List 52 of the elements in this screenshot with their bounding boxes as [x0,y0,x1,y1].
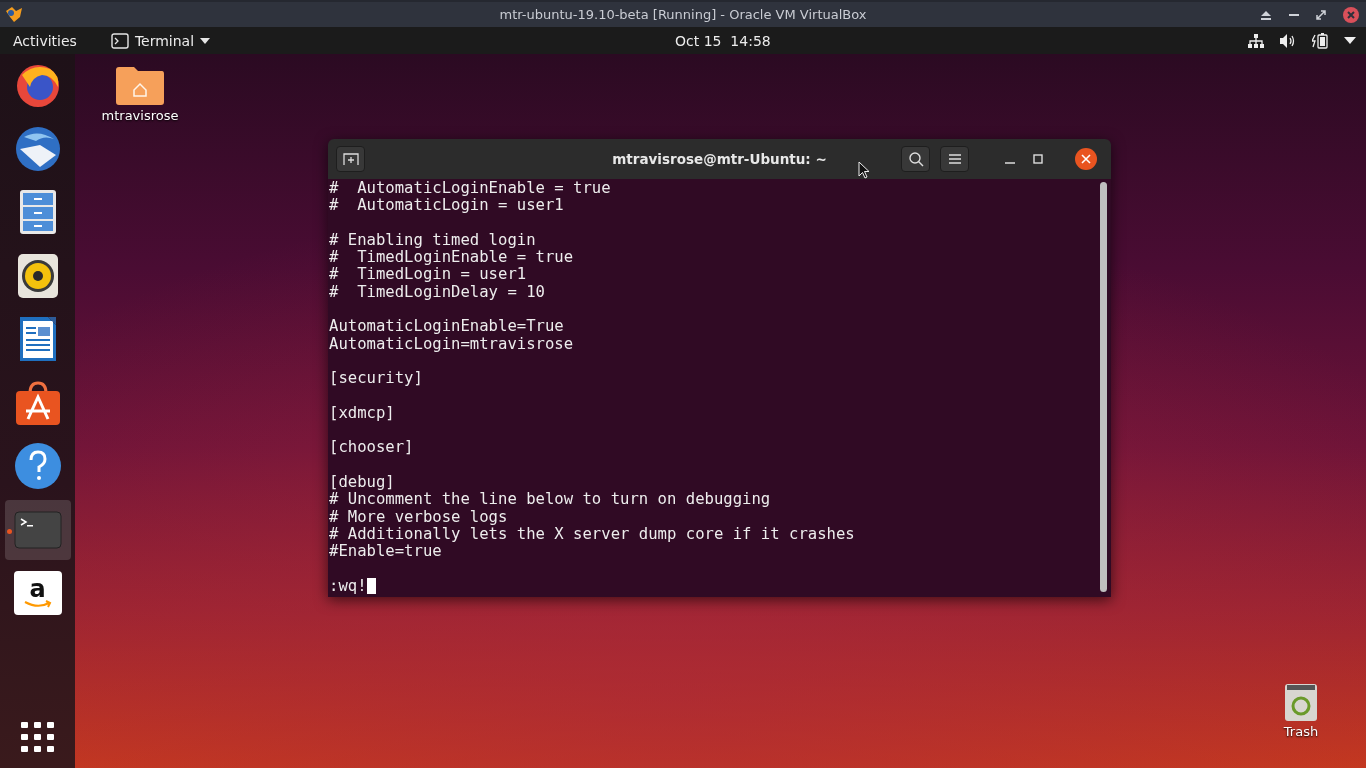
battery-icon[interactable] [1312,32,1328,49]
volume-icon[interactable] [1280,33,1296,48]
terminal-line: # AutomaticLoginEnable = true [329,180,612,198]
terminal-line: AutomaticLoginEnable=True [329,318,565,336]
terminal-line: [debug] [329,474,396,492]
network-icon[interactable] [1248,33,1264,48]
search-button[interactable] [901,146,930,172]
app-menu[interactable]: Terminal [110,32,211,49]
terminal-line: # More verbose logs [329,508,509,526]
terminal-line: # Additionally lets the X server dump core if it crashes [329,525,856,544]
text-cursor [366,578,376,595]
scrollbar[interactable] [1100,182,1107,592]
clock[interactable]: Oct 15 14:58 [675,32,771,49]
caret-icon[interactable] [1344,37,1356,44]
terminal-line: #Enable=true [329,543,443,561]
terminal-line: [chooser] [329,439,415,457]
terminal-line: [xdmcp] [329,404,396,423]
terminal-line: # TimedLoginEnable = true [329,249,575,267]
menu-icon [947,153,962,165]
home-folder-icon[interactable] [114,66,166,106]
terminal-line: AutomaticLogin=mtravisrose [329,335,575,353]
cube-logo-icon [4,4,24,25]
search-icon [907,151,924,167]
terminal-line: # AutomaticLogin = user1 [329,197,565,215]
dock-item[interactable]: a [4,563,71,623]
help-icon [13,442,62,490]
window-title: mtr-ubuntu-19.10-beta [Running] - Oracle VM VirtualBox [499,7,867,22]
close-icon[interactable] [1075,148,1097,170]
new-tab-button[interactable] [336,146,365,172]
command-line: :wq! [329,577,367,596]
folder-label: mtravisrose [101,108,179,123]
mouse-cursor-icon [858,161,870,179]
terminal-line: [security] [329,370,424,388]
window-title: mtravisrose@mtr-Ubuntu: ~ [612,151,827,167]
new-tab-icon [342,152,359,166]
bird-envelope-icon [13,124,62,173]
menu-button[interactable] [940,146,969,172]
minimize-icon[interactable] [1289,13,1299,16]
terminal-line: # TimedLogin = user1 [329,266,528,284]
caret-icon [200,37,211,44]
app-grid-icon[interactable] [20,722,55,752]
activities-button[interactable]: Activities [13,32,77,49]
maximize-icon[interactable] [1033,154,1043,164]
terminal-line: # Uncomment the line below to turn on debugging [329,491,772,509]
terminal-line: # Enabling timed login [329,231,537,250]
eject-icon[interactable] [1260,9,1272,20]
running-dot [6,528,12,534]
restore-icon[interactable] [1316,9,1326,20]
smile-logo: a [13,571,62,615]
trash-label: Trash [1283,724,1319,739]
terminal-icon [110,32,129,49]
terminal-line: # TimedLoginDelay = 10 [329,283,546,302]
